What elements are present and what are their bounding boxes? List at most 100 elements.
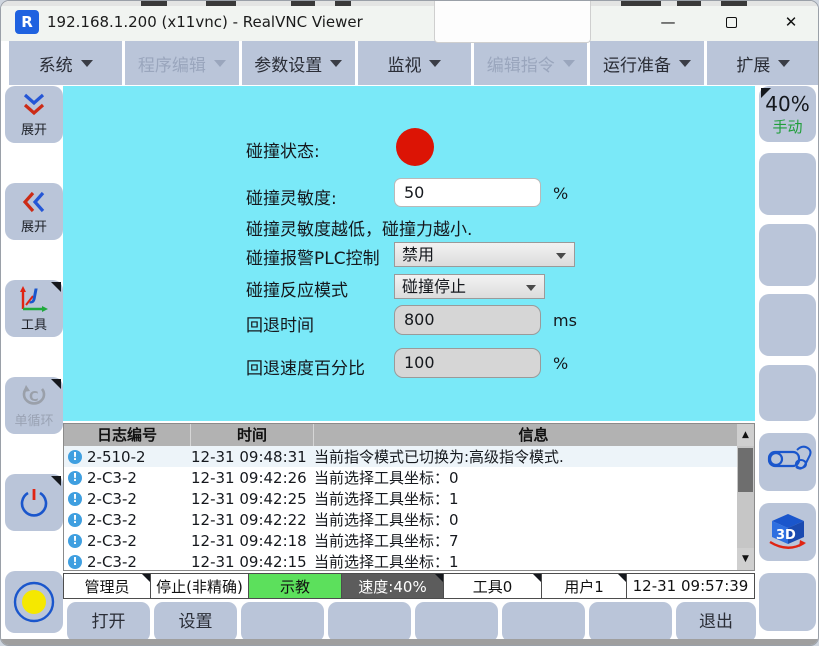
sensitivity-hint: 碰撞灵敏度越低，碰撞力越小. — [246, 215, 472, 240]
exit-button[interactable]: 退出 — [676, 602, 756, 642]
tab-label: 扩展 — [736, 51, 770, 76]
log-time: 12-31 09:42:22 — [191, 511, 314, 529]
open-button[interactable]: 打开 — [67, 602, 150, 642]
tab-label: 运行准备 — [603, 51, 671, 76]
tool-coordinate-button[interactable]: J 工具 — [5, 280, 63, 337]
tab-label: 监视 — [387, 51, 421, 76]
info-icon: ! — [68, 555, 82, 569]
log-table: 日志编号 时间 信息 !2-510-2 12-31 09:48:31 当前指令模… — [63, 423, 755, 571]
maximize-icon — [726, 17, 737, 28]
header-log-id: 日志编号 — [64, 424, 191, 446]
function-button-empty[interactable] — [241, 602, 324, 642]
info-icon: ! — [68, 450, 82, 464]
backoff-time-input[interactable]: 800 — [394, 305, 541, 335]
servo-enable-button[interactable] — [5, 571, 63, 633]
mode-manual: 手动 — [772, 116, 802, 137]
tab-label: 编辑指令 — [487, 51, 555, 76]
side-button-empty[interactable] — [759, 224, 816, 286]
minimize-button[interactable]: — — [646, 6, 690, 39]
function-button-empty[interactable] — [415, 602, 498, 642]
collision-sensitivity-input[interactable]: 50 — [394, 178, 541, 207]
tab-monitor[interactable]: 监视 — [358, 41, 471, 85]
log-time: 12-31 09:42:18 — [191, 532, 314, 550]
tab-run-prepare[interactable]: 运行准备 — [590, 41, 703, 85]
chevron-down-icon — [330, 60, 342, 67]
tab-program-edit: 程序编辑 — [125, 41, 238, 85]
side-button-empty[interactable] — [759, 294, 816, 356]
function-button-empty[interactable] — [502, 602, 585, 642]
table-row[interactable]: !2-C3-2 12-31 09:42:15 当前选择工具坐标：1 — [64, 551, 754, 571]
status-user-frame[interactable]: 用户1 — [542, 573, 627, 599]
plc-control-label: 碰撞报警PLC控制 — [246, 244, 380, 269]
3d-view-button[interactable]: 3D — [759, 503, 816, 561]
tab-extension[interactable]: 扩展 — [707, 41, 819, 85]
backoff-speed-label: 回退速度百分比 — [246, 354, 365, 379]
status-run-state: 停止(非精确) — [151, 573, 249, 599]
chevron-down-icon — [556, 253, 566, 259]
reaction-mode-label: 碰撞反应模式 — [246, 276, 348, 301]
power-button[interactable] — [5, 474, 63, 531]
table-row[interactable]: !2-C3-2 12-31 09:42:25 当前选择工具坐标：1 — [64, 488, 754, 509]
reaction-mode-value: 碰撞停止 — [402, 277, 466, 296]
table-row[interactable]: !2-C3-2 12-31 09:42:18 当前选择工具坐标：7 — [64, 530, 754, 551]
log-message: 当前选择工具坐标：0 — [314, 467, 754, 488]
expand-left-label: 展开 — [21, 216, 47, 235]
log-time: 12-31 09:42:15 — [191, 553, 314, 571]
status-user-role[interactable]: 管理员 — [63, 573, 151, 599]
table-row[interactable]: !2-C3-2 12-31 09:42:26 当前选择工具坐标：0 — [64, 467, 754, 488]
expand-left-button[interactable]: 展开 — [5, 183, 63, 240]
header-message: 信息 — [314, 424, 754, 446]
scroll-up-icon[interactable]: ▲ — [737, 424, 754, 446]
jog-pendant-button[interactable] — [759, 433, 816, 491]
vnc-hover-toolbar[interactable] — [434, 1, 591, 43]
backoff-speed-input[interactable]: 100 — [394, 348, 541, 378]
scroll-down-icon[interactable]: ▼ — [737, 548, 754, 570]
collision-status-label: 碰撞状态: — [246, 137, 320, 162]
realvnc-logo-icon: R — [15, 10, 39, 34]
log-message: 当前选择工具坐标：1 — [314, 488, 754, 509]
expand-down-button[interactable]: 展开 — [5, 86, 63, 143]
maximize-button[interactable] — [709, 6, 753, 39]
log-id: 2-C3-2 — [87, 532, 137, 550]
side-button-empty[interactable] — [759, 153, 816, 215]
table-row[interactable]: !2-510-2 12-31 09:48:31 当前指令模式已切换为:高级指令模… — [64, 446, 754, 467]
scrollbar-thumb[interactable] — [738, 448, 753, 492]
table-row[interactable]: !2-C3-2 12-31 09:42:22 当前选择工具坐标：0 — [64, 509, 754, 530]
collision-status-indicator — [396, 128, 434, 166]
function-button-empty[interactable] — [328, 602, 411, 642]
tab-parameter-settings[interactable]: 参数设置 — [242, 41, 355, 85]
tab-system[interactable]: 系统 — [9, 41, 122, 85]
settings-button[interactable]: 设置 — [154, 602, 237, 642]
collision-settings-panel: 碰撞状态: 碰撞灵敏度: 50 % 碰撞灵敏度越低，碰撞力越小. 碰撞报警PLC… — [63, 86, 755, 421]
log-id: 2-C3-2 — [87, 490, 137, 508]
plc-control-dropdown[interactable]: 禁用 — [394, 242, 575, 267]
side-button-empty[interactable] — [759, 573, 816, 631]
svg-text:J: J — [29, 285, 38, 304]
chevron-down-icon — [778, 60, 790, 67]
tab-label: 系统 — [39, 51, 73, 76]
status-tool[interactable]: 工具0 — [444, 573, 542, 599]
status-speed[interactable]: 速度:40% — [342, 573, 444, 599]
status-bar: 管理员 停止(非精确) 示教 速度:40% 工具0 用户1 12-31 09:5… — [63, 573, 755, 599]
speed-mode-button[interactable]: 40% 手动 — [759, 86, 816, 142]
log-message: 当前选择工具坐标：7 — [314, 530, 754, 551]
status-teach-mode: 示教 — [249, 573, 342, 599]
servo-indicator-icon — [12, 580, 56, 624]
window-title: 192.168.1.200 (x11vnc) - RealVNC Viewer — [47, 13, 363, 31]
svg-text:C: C — [29, 390, 39, 405]
side-button-empty[interactable] — [759, 365, 816, 421]
function-button-empty[interactable] — [589, 602, 672, 642]
speed-percent: 40% — [765, 92, 809, 116]
reaction-mode-dropdown[interactable]: 碰撞停止 — [394, 274, 545, 299]
log-scrollbar[interactable]: ▲ ▼ — [737, 424, 754, 570]
tool-coordinate-label: 工具 — [21, 314, 47, 333]
menu-bar: 系统 程序编辑 参数设置 监视 编辑指令 运行准备 扩展 — [1, 41, 819, 85]
info-icon: ! — [68, 513, 82, 527]
log-time: 12-31 09:48:31 — [191, 448, 314, 466]
title-bar: R 192.168.1.200 (x11vnc) - RealVNC Viewe… — [1, 6, 819, 41]
close-button[interactable]: ✕ — [769, 6, 813, 39]
status-clock: 12-31 09:57:39 — [627, 573, 755, 599]
chevron-down-icon — [429, 60, 441, 67]
chevron-down-icon — [214, 60, 226, 67]
log-message: 当前指令模式已切换为:高级指令模式. — [314, 446, 754, 467]
